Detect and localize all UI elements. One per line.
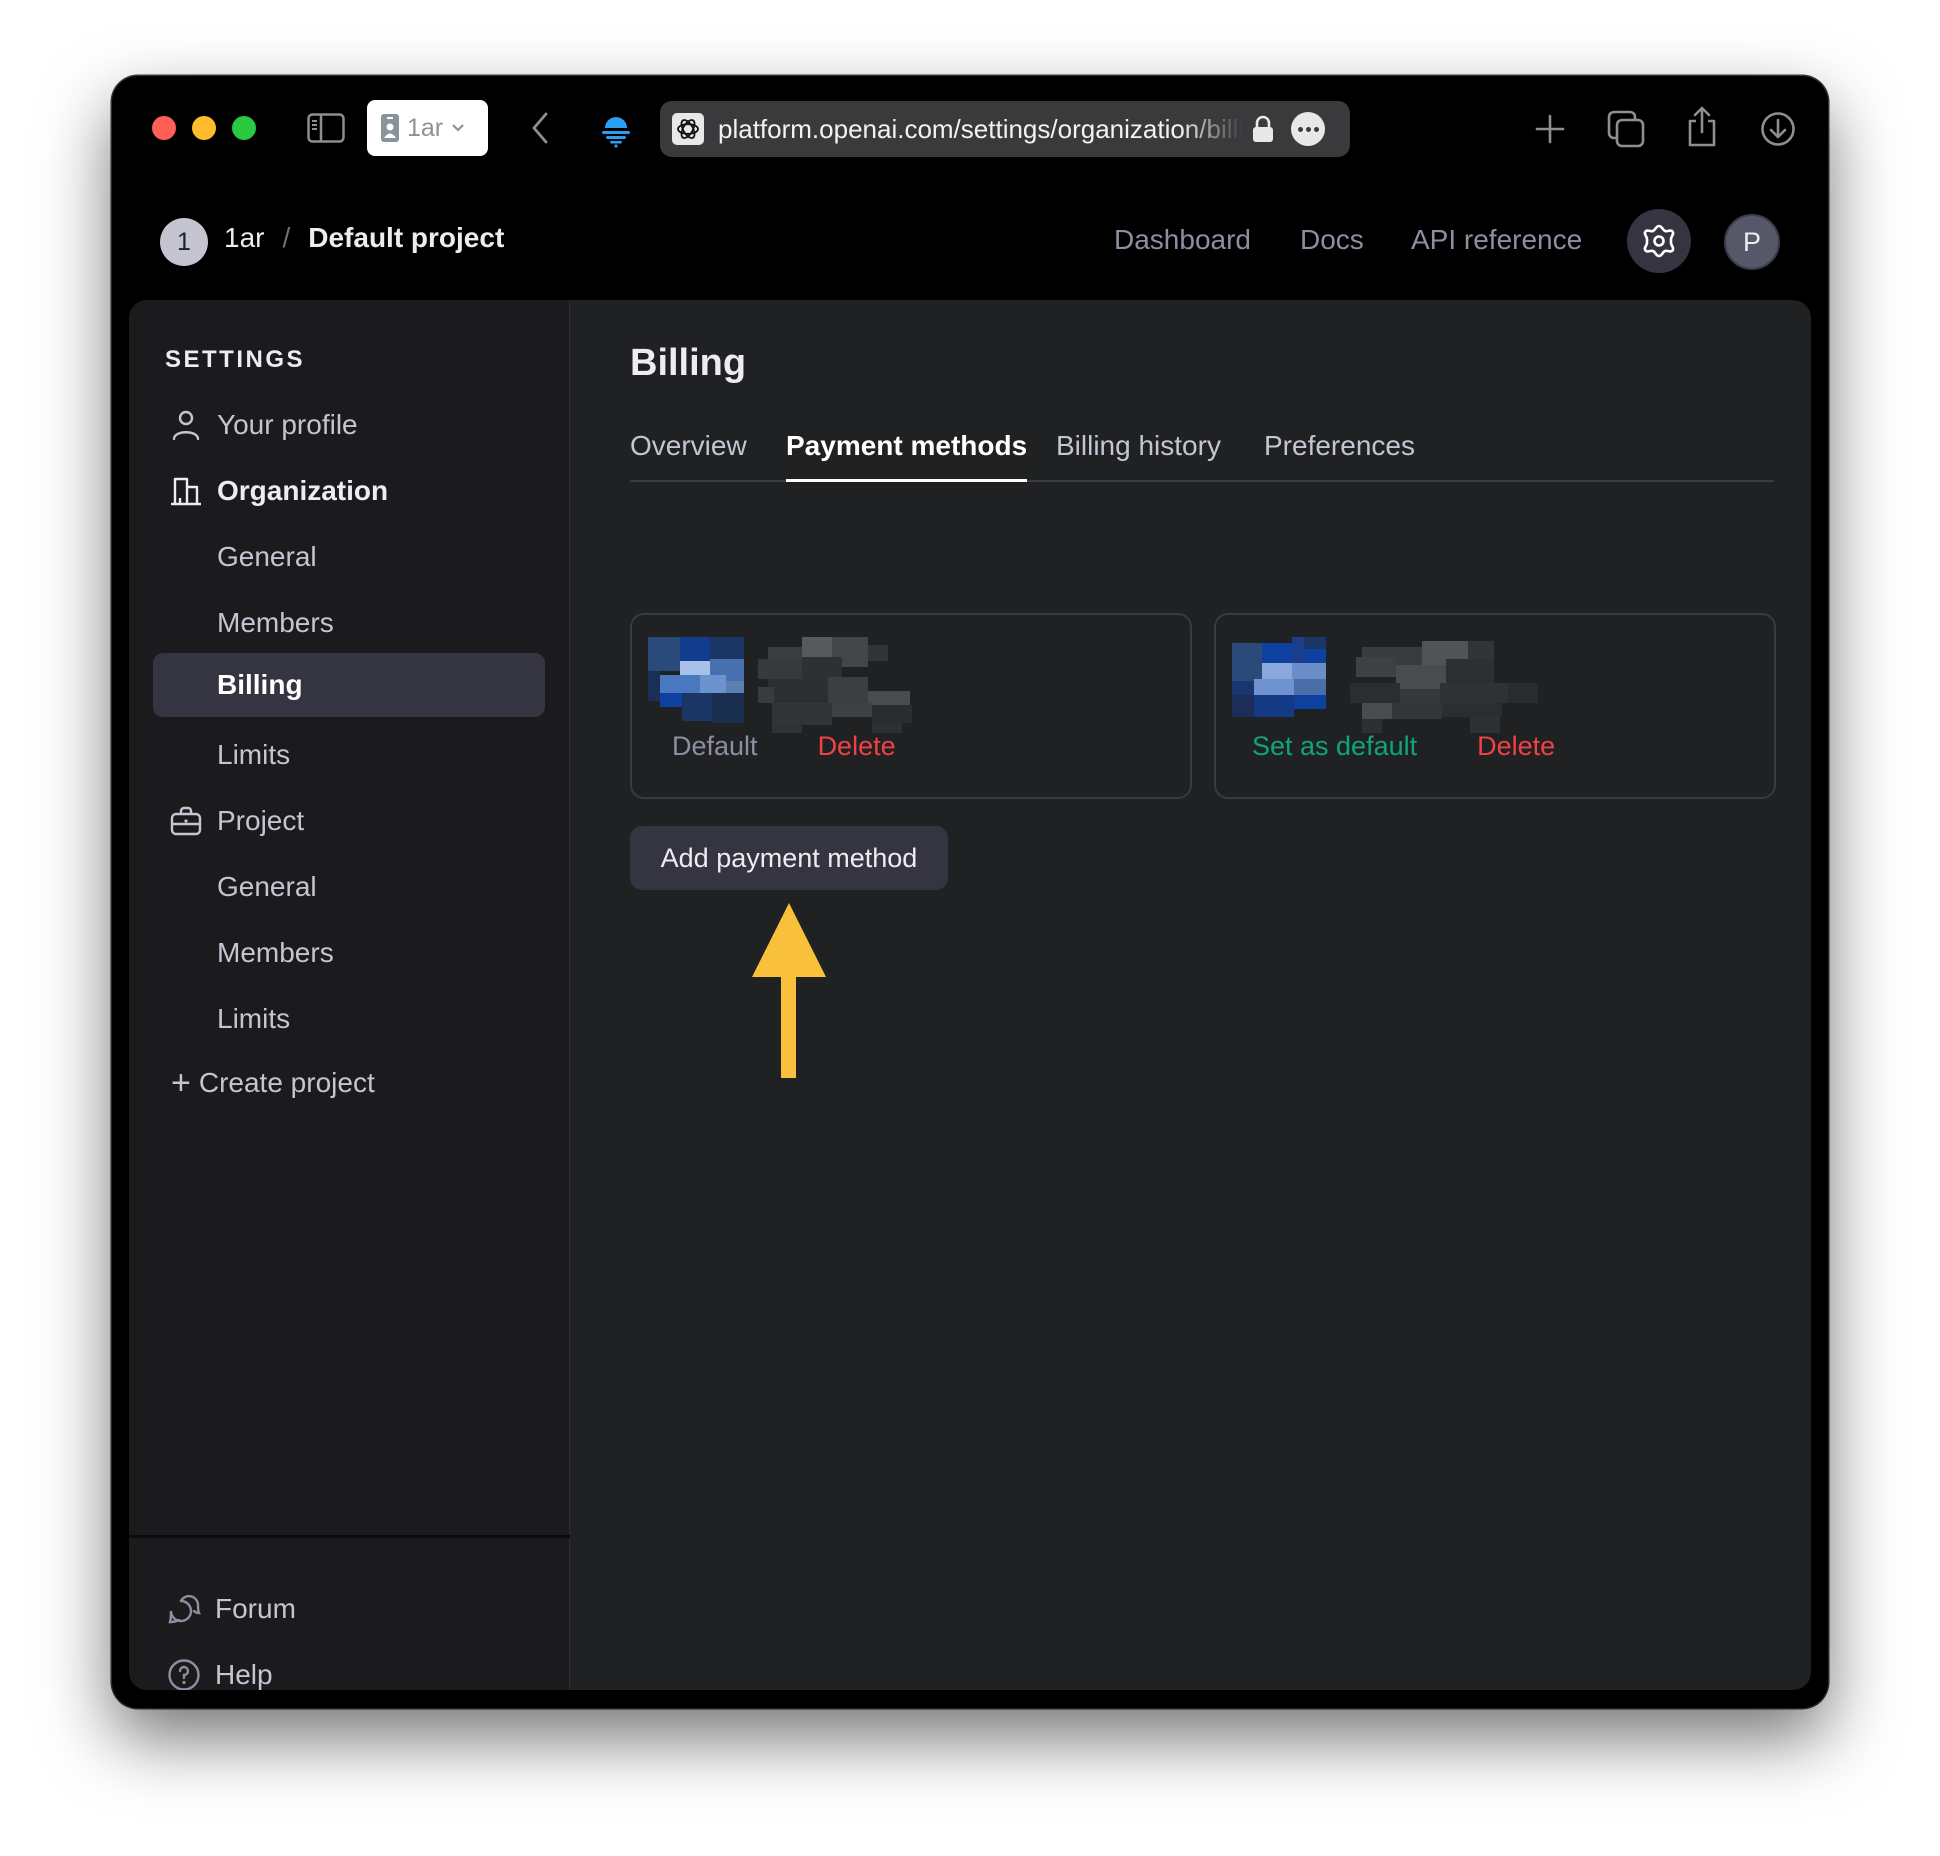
tab-billing-history[interactable]: Billing history — [1056, 430, 1221, 482]
nav-dashboard[interactable]: Dashboard — [1114, 224, 1251, 256]
set-as-default-button[interactable]: Set as default — [1252, 731, 1417, 762]
breadcrumb-org[interactable]: 1ar — [224, 222, 264, 254]
sidebar-item-forum[interactable]: Forum — [153, 1578, 545, 1640]
nav-docs[interactable]: Docs — [1300, 224, 1364, 256]
settings-sidebar: SETTINGS Your profile Organization Gener… — [129, 300, 570, 1690]
sidebar-item-label: Forum — [215, 1593, 296, 1624]
org-badge[interactable]: 1 — [160, 218, 208, 266]
share-icon[interactable] — [1682, 102, 1722, 150]
sidebar-item-project-limits[interactable]: Limits — [153, 988, 545, 1050]
delete-card-button[interactable]: Delete — [818, 731, 896, 762]
tab-preferences[interactable]: Preferences — [1264, 430, 1415, 482]
sidebar-heading: SETTINGS — [165, 346, 306, 373]
sidebar-item-label: Limits — [217, 739, 291, 770]
sidebar-item-project[interactable]: Project — [153, 790, 545, 852]
sidebar-item-label: General — [217, 541, 317, 572]
sidebar-item-project-members[interactable]: Members — [153, 922, 545, 984]
plus-icon: + — [171, 1064, 191, 1102]
building-icon — [169, 474, 203, 508]
card-actions: Default Delete — [672, 731, 896, 762]
sidebar-item-org-limits[interactable]: Limits — [153, 724, 545, 786]
sidebar-icon[interactable] — [306, 108, 346, 148]
sidebar-item-help[interactable]: Help — [153, 1644, 545, 1690]
sidebar-item-label: Members — [217, 937, 334, 968]
minimize-window-button[interactable] — [192, 116, 216, 140]
browser-window: 1ar platform.openai.com/settings/organiz… — [112, 76, 1828, 1708]
sidebar-item-label: General — [217, 871, 317, 902]
tab-overview[interactable]: Overview — [630, 430, 747, 482]
sidebar-item-org-general[interactable]: General — [153, 526, 545, 588]
sidebar-item-label: Help — [215, 1659, 273, 1690]
sidebar-item-label: Your profile — [217, 409, 358, 440]
url-text[interactable]: platform.openai.com/settings/organizatio… — [718, 114, 1243, 145]
sidebar-item-label: Project — [217, 805, 305, 836]
browser-profile-button[interactable]: 1ar — [367, 100, 488, 156]
card-actions: Set as default Delete — [1252, 731, 1555, 762]
sidebar-item-org-members[interactable]: Members — [153, 592, 545, 654]
download-icon[interactable] — [1756, 107, 1800, 151]
ellipsis-icon[interactable] — [1291, 112, 1325, 146]
address-bar[interactable]: platform.openai.com/settings/organizatio… — [660, 101, 1350, 157]
nav-api-reference[interactable]: API reference — [1411, 224, 1582, 256]
sidebar-item-label: Members — [217, 607, 334, 638]
breadcrumb-separator: / — [282, 222, 291, 253]
billing-main: Billing Overview Payment methods Billing… — [570, 300, 1811, 1690]
create-project-button[interactable]: + Create project — [153, 1052, 545, 1114]
sidebar-item-org-billing[interactable]: Billing — [153, 653, 545, 717]
lock-icon — [1253, 115, 1273, 142]
gear-icon — [1643, 224, 1675, 258]
chevron-down-icon — [452, 124, 464, 132]
browser-profile-label: 1ar — [407, 113, 444, 142]
sidebar-item-label: Create project — [198, 1067, 375, 1098]
profile-badge-icon — [381, 114, 399, 142]
help-circle-icon — [167, 1658, 201, 1690]
settings-button[interactable] — [1627, 209, 1691, 273]
sidebar-item-project-general[interactable]: General — [153, 856, 545, 918]
redacted-card-details — [1232, 637, 1538, 733]
sidebar-footer: Forum Help — [129, 1535, 570, 1690]
tab-payment-methods[interactable]: Payment methods — [786, 430, 1028, 482]
vpn-icon[interactable] — [594, 108, 638, 152]
sidebar-item-organization[interactable]: Organization — [153, 460, 545, 522]
chat-bubbles-icon — [167, 1592, 201, 1626]
user-icon — [169, 408, 203, 442]
breadcrumb-project[interactable]: Default project — [308, 222, 504, 254]
add-payment-method-button[interactable]: Add payment method — [630, 826, 948, 890]
annotation-arrow-icon — [752, 903, 826, 1078]
sidebar-item-label: Limits — [217, 1003, 291, 1034]
chevron-left-icon[interactable] — [520, 108, 560, 148]
plus-icon[interactable] — [1530, 109, 1570, 149]
redacted-card-details — [648, 637, 912, 733]
sidebar-item-label: Organization — [217, 475, 389, 506]
page-title: Billing — [630, 342, 747, 384]
sidebar-item-your-profile[interactable]: Your profile — [153, 394, 545, 456]
briefcase-icon — [169, 804, 203, 838]
billing-tabs: Overview Payment methods Billing history… — [630, 422, 1774, 482]
settings-panel: SETTINGS Your profile Organization Gener… — [129, 300, 1811, 1690]
sidebar-item-label: Billing — [217, 669, 303, 700]
avatar[interactable]: P — [1724, 214, 1780, 270]
tabs-icon[interactable] — [1604, 107, 1648, 151]
close-window-button[interactable] — [152, 116, 176, 140]
delete-card-button[interactable]: Delete — [1477, 731, 1555, 762]
default-status-label: Default — [672, 731, 758, 761]
breadcrumb: 1ar / Default project — [224, 222, 504, 254]
openai-logo-icon — [672, 113, 704, 145]
payment-method-card: Default Delete — [630, 613, 1192, 799]
maximize-window-button[interactable] — [232, 116, 256, 140]
payment-method-card: Set as default Delete — [1214, 613, 1776, 799]
